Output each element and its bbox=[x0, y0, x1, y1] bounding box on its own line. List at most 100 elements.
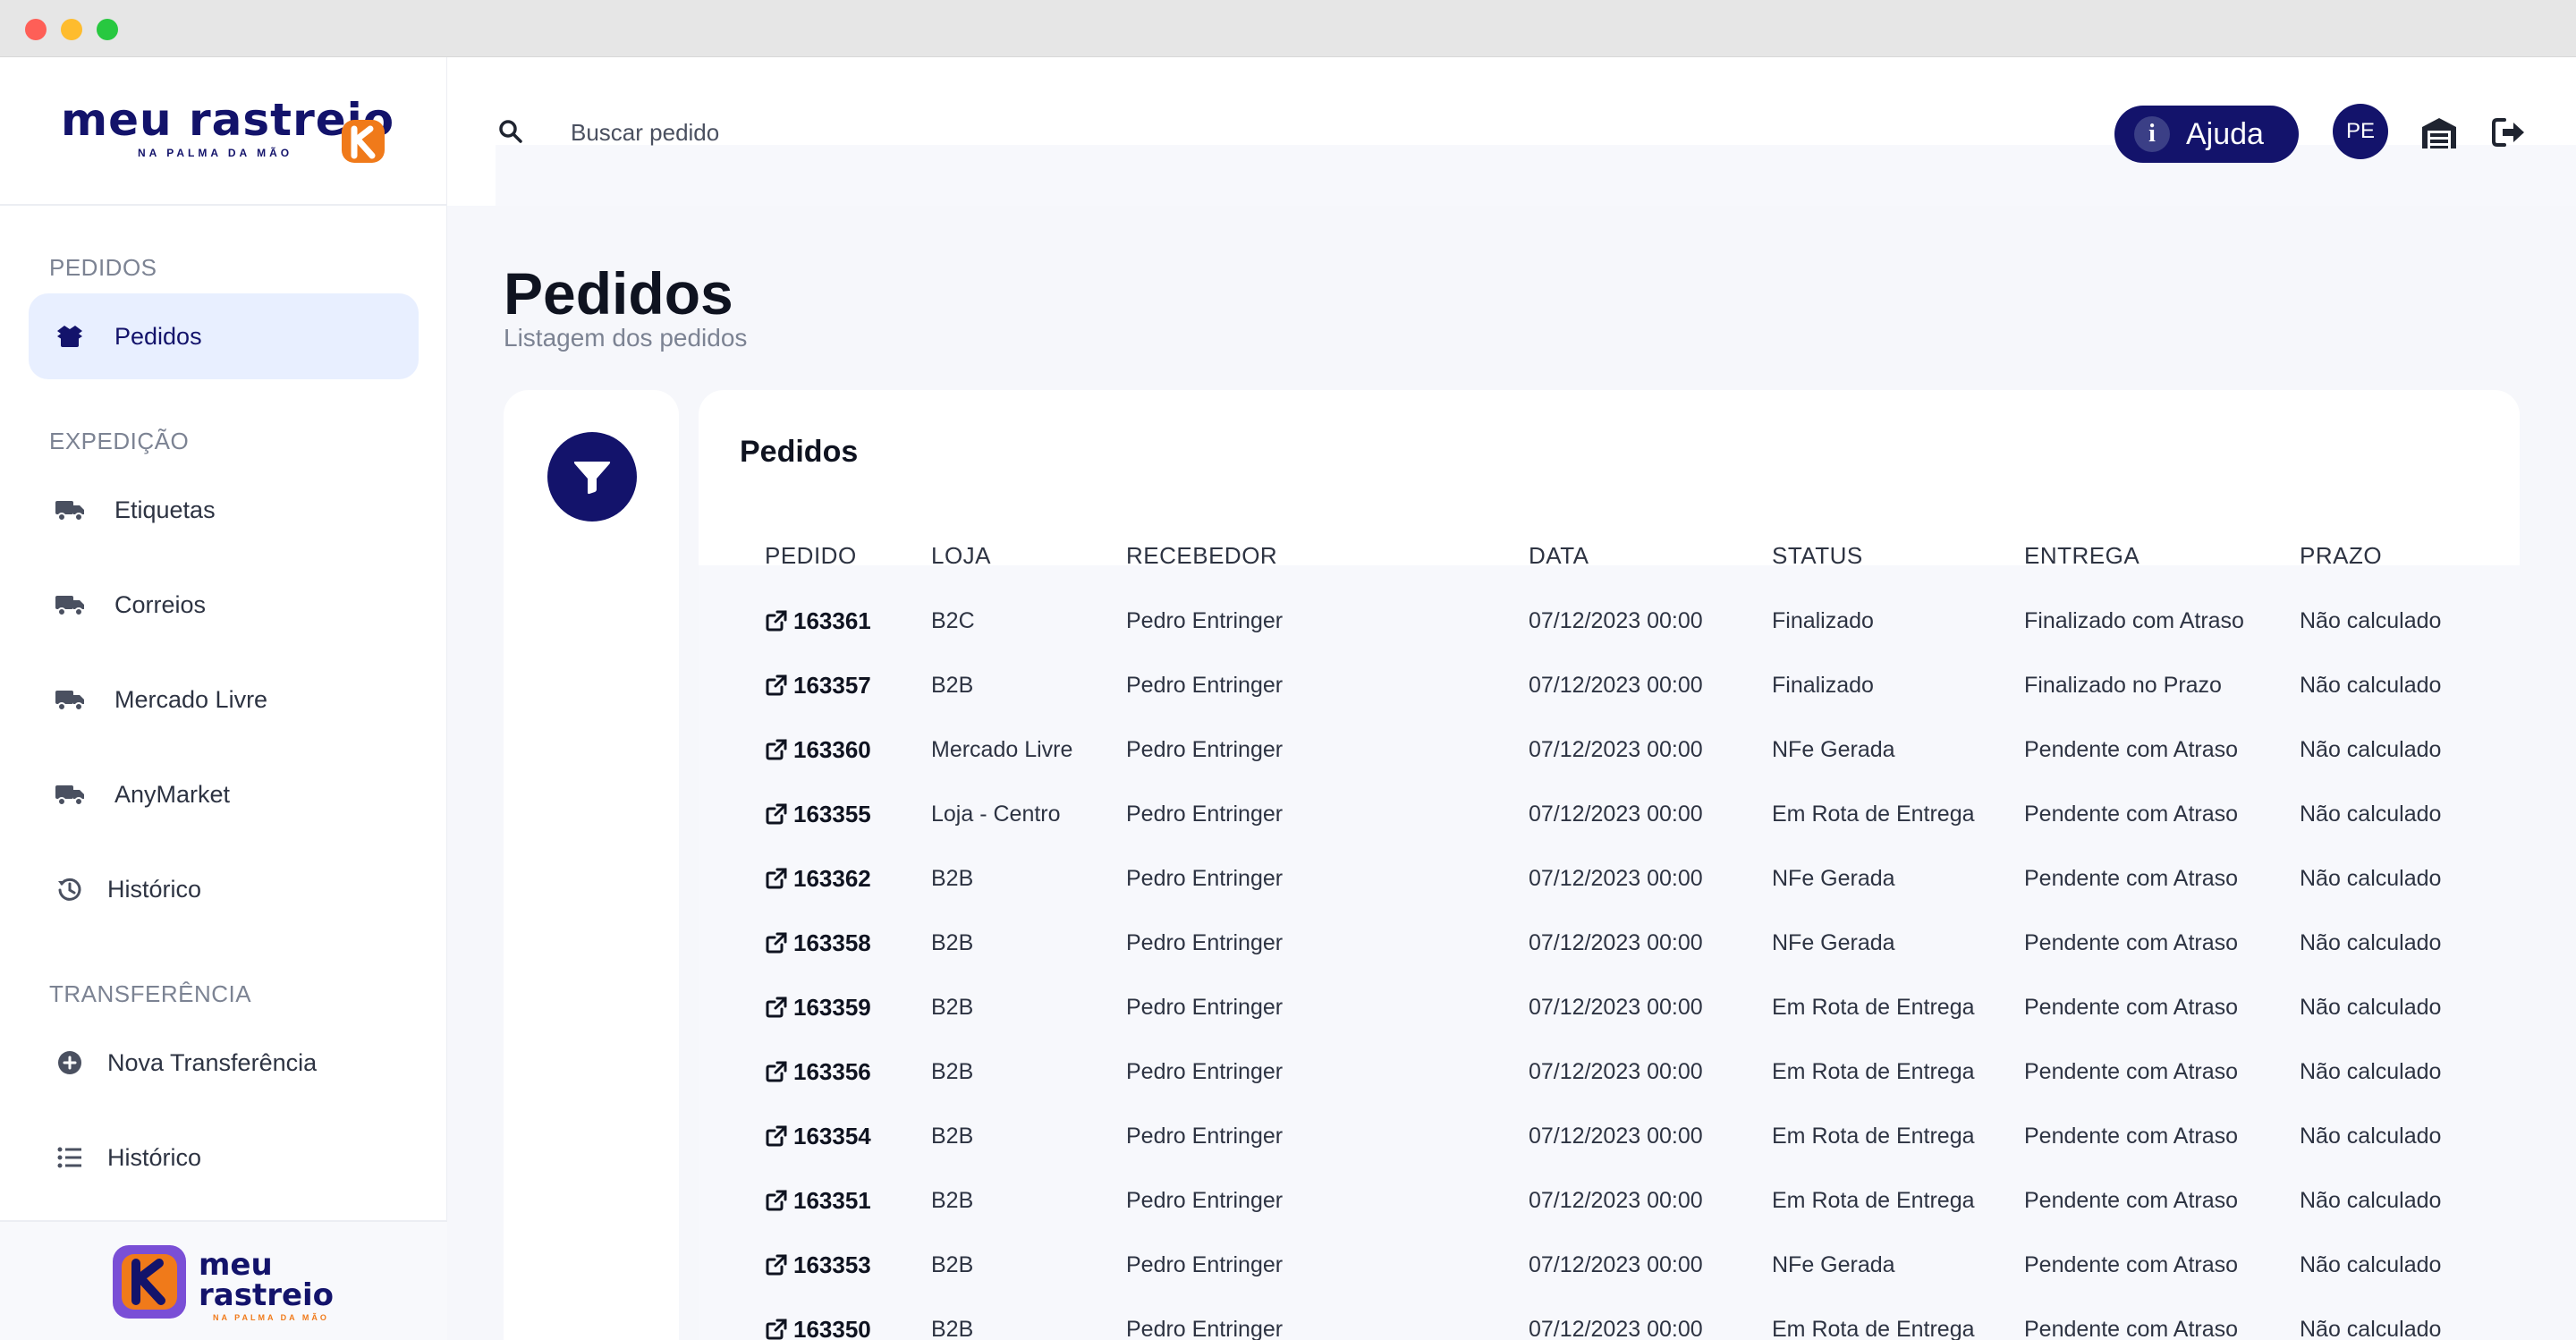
external-link-icon bbox=[766, 932, 787, 954]
cell-entrega: Pendente com Atraso bbox=[2024, 1317, 2239, 1340]
column-header-data[interactable]: DATA bbox=[1529, 542, 1589, 570]
column-header-status[interactable]: STATUS bbox=[1772, 542, 1863, 570]
order-id-link[interactable]: 163355 bbox=[765, 782, 871, 846]
footer-logo-text-line1: meu bbox=[199, 1247, 273, 1283]
column-header-loja[interactable]: LOJA bbox=[931, 542, 991, 570]
cell-entrega: Pendente com Atraso bbox=[2024, 1124, 2239, 1149]
cell-entrega: Finalizado no Prazo bbox=[2024, 673, 2222, 698]
order-id-link[interactable]: 163359 bbox=[765, 975, 871, 1039]
table-row[interactable]: 163356 B2B Pedro Entringer 07/12/2023 00:00… bbox=[699, 1039, 2520, 1104]
order-id-link[interactable]: 163361 bbox=[765, 589, 871, 653]
sidebar-item-nova-transferencia[interactable]: Nova Transferência bbox=[29, 1020, 419, 1106]
help-button[interactable]: i Ajuda bbox=[2114, 106, 2299, 163]
cell-status: Finalizado bbox=[1772, 673, 1874, 698]
order-id-link[interactable]: 163360 bbox=[765, 717, 871, 782]
warehouse-icon[interactable] bbox=[2420, 114, 2458, 150]
cell-prazo: Não calculado bbox=[2300, 930, 2442, 955]
table-row[interactable]: 163355 Loja - Centro Pedro Entringer 07/12/… bbox=[699, 782, 2520, 846]
cell-recebedor: Pedro Entringer bbox=[1126, 930, 1284, 955]
cell-prazo: Não calculado bbox=[2300, 995, 2442, 1020]
search-icon[interactable] bbox=[497, 118, 524, 145]
external-link-icon bbox=[766, 868, 787, 889]
maximize-window-button[interactable] bbox=[97, 19, 118, 40]
order-id: 163351 bbox=[793, 1187, 871, 1214]
table-row[interactable]: 163354 B2B Pedro Entringer 07/12/2023 00:00… bbox=[699, 1104, 2520, 1168]
order-id: 163353 bbox=[793, 1251, 871, 1278]
order-id: 163355 bbox=[793, 801, 871, 827]
sidebar-footer-logo: meu rastreio NA PALMA DA MÃO bbox=[0, 1220, 447, 1340]
sidebar-item-mercado-livre[interactable]: Mercado Livre bbox=[29, 657, 419, 742]
user-avatar[interactable]: PE bbox=[2333, 104, 2388, 159]
cell-recebedor: Pedro Entringer bbox=[1126, 995, 1284, 1020]
order-id: 163357 bbox=[793, 672, 871, 699]
order-id-link[interactable]: 163362 bbox=[765, 846, 871, 911]
cell-recebedor: Pedro Entringer bbox=[1126, 1188, 1284, 1213]
external-link-icon bbox=[766, 1125, 787, 1147]
table-row[interactable]: 163359 B2B Pedro Entringer 07/12/2023 00:00… bbox=[699, 975, 2520, 1039]
sidebar-item-etiquetas[interactable]: Etiquetas bbox=[29, 467, 419, 553]
sidebar-item-correios[interactable]: Correios bbox=[29, 562, 419, 648]
cell-status: Em Rota de Entrega bbox=[1772, 801, 1975, 827]
sidebar-item-label: Nova Transferência bbox=[107, 1048, 318, 1076]
cell-recebedor: Pedro Entringer bbox=[1126, 737, 1284, 762]
minimize-window-button[interactable] bbox=[61, 19, 82, 40]
table-row[interactable]: 163362 B2B Pedro Entringer 07/12/2023 00:00… bbox=[699, 846, 2520, 911]
cell-entrega: Pendente com Atraso bbox=[2024, 930, 2239, 955]
filter-button[interactable] bbox=[547, 432, 637, 522]
sidebar-item-anymarket[interactable]: AnyMarket bbox=[29, 751, 419, 837]
sidebar-item-historico-transferencia[interactable]: Histórico bbox=[29, 1115, 419, 1200]
cell-data: 07/12/2023 00:00 bbox=[1529, 673, 1703, 698]
cell-data: 07/12/2023 00:00 bbox=[1529, 1252, 1703, 1277]
cell-status: Em Rota de Entrega bbox=[1772, 1124, 1975, 1149]
order-id-link[interactable]: 163354 bbox=[765, 1104, 871, 1168]
external-link-icon bbox=[766, 803, 787, 825]
section-label-transferencia: TRANSFERÊNCIA bbox=[49, 980, 252, 1007]
cell-entrega: Finalizado com Atraso bbox=[2024, 608, 2244, 633]
sidebar-item-pedidos[interactable]: Pedidos bbox=[29, 293, 419, 379]
order-id-link[interactable]: 163357 bbox=[765, 653, 871, 717]
column-header-entrega[interactable]: ENTREGA bbox=[2024, 542, 2140, 570]
order-id-link[interactable]: 163353 bbox=[765, 1233, 871, 1297]
table-row[interactable]: 163358 B2B Pedro Entringer 07/12/2023 00:00… bbox=[699, 911, 2520, 975]
sidebar-item-label: Correios bbox=[114, 590, 207, 618]
column-header-recebedor[interactable]: RECEBEDOR bbox=[1126, 542, 1277, 570]
truck-icon bbox=[54, 778, 86, 810]
brand-logo[interactable]: meu rastreio NA PALMA DA MÃO bbox=[0, 57, 447, 206]
order-id-link[interactable]: 163350 bbox=[765, 1297, 871, 1340]
cell-loja: B2B bbox=[931, 866, 974, 891]
cell-entrega: Pendente com Atraso bbox=[2024, 1252, 2239, 1277]
cell-entrega: Pendente com Atraso bbox=[2024, 1059, 2239, 1084]
section-label-pedidos: PEDIDOS bbox=[49, 254, 157, 281]
table-row[interactable]: 163361 B2C Pedro Entringer 07/12/2023 00:00… bbox=[699, 589, 2520, 653]
help-button-label: Ajuda bbox=[2186, 116, 2264, 151]
page-subtitle: Listagem dos pedidos bbox=[504, 324, 748, 352]
external-link-icon bbox=[766, 739, 787, 760]
cell-loja: B2B bbox=[931, 930, 974, 955]
cell-loja: B2B bbox=[931, 1252, 974, 1277]
sidebar-item-label: AnyMarket bbox=[114, 780, 231, 808]
order-id-link[interactable]: 163358 bbox=[765, 911, 871, 975]
close-window-button[interactable] bbox=[25, 19, 47, 40]
table-row[interactable]: 163350 B2B Pedro Entringer 07/12/2023 00:00… bbox=[699, 1297, 2520, 1340]
cell-status: Em Rota de Entrega bbox=[1772, 1059, 1975, 1084]
table-row[interactable]: 163351 B2B Pedro Entringer 07/12/2023 00:00… bbox=[699, 1168, 2520, 1233]
table-row[interactable]: 163357 B2B Pedro Entringer 07/12/2023 00:00… bbox=[699, 653, 2520, 717]
cell-recebedor: Pedro Entringer bbox=[1126, 866, 1284, 891]
order-id: 163358 bbox=[793, 929, 871, 956]
search-input[interactable] bbox=[571, 111, 1286, 154]
column-header-prazo[interactable]: PRAZO bbox=[2300, 542, 2382, 570]
order-id: 163354 bbox=[793, 1123, 871, 1149]
sidebar-item-label: Histórico bbox=[107, 875, 202, 903]
order-id-link[interactable]: 163356 bbox=[765, 1039, 871, 1104]
truck-icon bbox=[54, 494, 86, 526]
column-header-pedido[interactable]: PEDIDO bbox=[765, 542, 857, 570]
table-row[interactable]: 163353 B2B Pedro Entringer 07/12/2023 00:00… bbox=[699, 1233, 2520, 1297]
table-row[interactable]: 163360 Mercado Livre Pedro Entringer 07/12/… bbox=[699, 717, 2520, 782]
external-link-icon bbox=[766, 1319, 787, 1340]
external-link-icon bbox=[766, 997, 787, 1018]
order-id-link[interactable]: 163351 bbox=[765, 1168, 871, 1233]
logout-icon[interactable] bbox=[2490, 114, 2528, 150]
order-id: 163361 bbox=[793, 607, 871, 634]
cell-recebedor: Pedro Entringer bbox=[1126, 608, 1284, 633]
sidebar-item-historico-expedicao[interactable]: Histórico bbox=[29, 846, 419, 932]
